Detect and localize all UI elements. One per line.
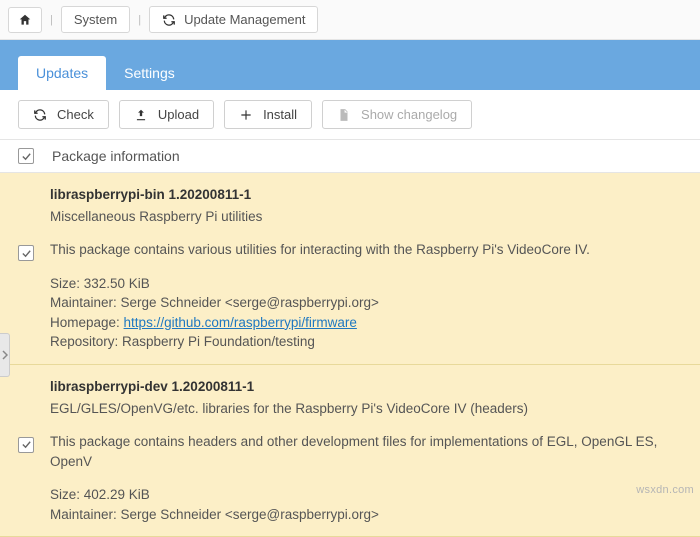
package-checkbox[interactable] <box>18 245 34 261</box>
refresh-icon <box>162 13 176 27</box>
upload-icon <box>134 108 148 122</box>
refresh-icon <box>33 108 47 122</box>
package-summary: Miscellaneous Raspberry Pi utilities <box>50 207 682 227</box>
package-title: libraspberrypi-dev 1.20200811-1 <box>50 377 682 397</box>
package-homepage: Homepage: https://github.com/raspberrypi… <box>50 313 682 333</box>
package-body: libraspberrypi-bin 1.20200811-1 Miscella… <box>50 185 682 352</box>
breadcrumb: | System | Update Management <box>0 0 700 40</box>
breadcrumb-sep: | <box>48 14 55 26</box>
package-row[interactable]: libraspberrypi-bin 1.20200811-1 Miscella… <box>0 173 700 365</box>
package-size: Size: 332.50 KiB <box>50 274 682 294</box>
package-maintainer: Maintainer: Serge Schneider <serge@raspb… <box>50 293 682 313</box>
package-maintainer: Maintainer: Serge Schneider <serge@raspb… <box>50 505 682 525</box>
homepage-link[interactable]: https://github.com/raspberrypi/firmware <box>124 315 357 330</box>
select-all-checkbox[interactable] <box>18 148 34 164</box>
install-label: Install <box>263 107 297 122</box>
watermark: wsxdn.com <box>636 484 694 496</box>
plus-icon <box>239 108 253 122</box>
breadcrumb-sep: | <box>136 14 143 26</box>
upload-button[interactable]: Upload <box>119 100 214 129</box>
changelog-label: Show changelog <box>361 107 457 122</box>
package-row[interactable]: libraspberrypi-dev 1.20200811-1 EGL/GLES… <box>0 365 700 537</box>
package-description: This package contains headers and other … <box>50 432 682 471</box>
breadcrumb-system[interactable]: System <box>61 6 130 33</box>
check-label: Check <box>57 107 94 122</box>
home-icon <box>18 13 32 27</box>
check-button[interactable]: Check <box>18 100 109 129</box>
tab-settings[interactable]: Settings <box>106 56 193 90</box>
panel-collapse-handle[interactable] <box>0 333 10 377</box>
package-description: This package contains various utilities … <box>50 240 682 260</box>
column-package-info: Package information <box>52 148 180 164</box>
breadcrumb-update-label: Update Management <box>184 12 305 27</box>
breadcrumb-system-label: System <box>74 12 117 27</box>
file-icon <box>337 108 351 122</box>
tab-settings-label: Settings <box>124 65 175 81</box>
column-header: Package information <box>0 140 700 173</box>
package-repository: Repository: Raspberry Pi Foundation/test… <box>50 332 682 352</box>
package-body: libraspberrypi-dev 1.20200811-1 EGL/GLES… <box>50 377 682 524</box>
toolbar: Check Upload Install Show changelog <box>0 90 700 140</box>
upload-label: Upload <box>158 107 199 122</box>
breadcrumb-update-management[interactable]: Update Management <box>149 6 318 33</box>
show-changelog-button[interactable]: Show changelog <box>322 100 472 129</box>
package-size: Size: 402.29 KiB <box>50 485 682 505</box>
tab-strip: Updates Settings <box>0 40 700 90</box>
tab-updates[interactable]: Updates <box>18 56 106 90</box>
install-button[interactable]: Install <box>224 100 312 129</box>
package-summary: EGL/GLES/OpenVG/etc. libraries for the R… <box>50 399 682 419</box>
breadcrumb-home[interactable] <box>8 7 42 33</box>
tab-updates-label: Updates <box>36 65 88 81</box>
package-list: libraspberrypi-bin 1.20200811-1 Miscella… <box>0 173 700 537</box>
package-checkbox[interactable] <box>18 437 34 453</box>
homepage-prefix: Homepage: <box>50 315 124 330</box>
package-title: libraspberrypi-bin 1.20200811-1 <box>50 185 682 205</box>
